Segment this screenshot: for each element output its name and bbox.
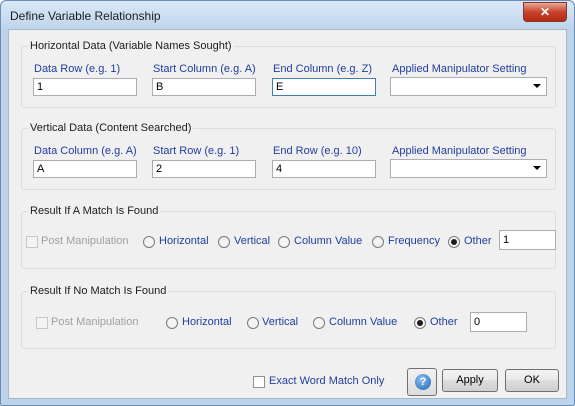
match-radio-other[interactable] — [448, 236, 460, 248]
no-match-other-input[interactable] — [470, 312, 527, 332]
exact-word-match-label: Exact Word Match Only — [269, 375, 385, 387]
apply-button[interactable]: Apply — [442, 369, 498, 392]
no-match-radio-horizontal[interactable] — [166, 317, 178, 329]
no-match-radio-vertical[interactable] — [247, 317, 259, 329]
no-match-option-other-label: Other — [430, 316, 458, 328]
data-row-input[interactable] — [33, 78, 137, 96]
data-column-input[interactable] — [33, 160, 137, 178]
match-post-manipulation-label: Post Manipulation — [41, 235, 129, 247]
match-option-other-label: Other — [464, 235, 492, 247]
chevron-down-icon — [533, 84, 541, 88]
data-column-label: Data Column (e.g. A) — [34, 145, 137, 157]
match-radio-column-value[interactable] — [278, 236, 290, 248]
help-icon: ? — [415, 374, 431, 390]
match-other-input[interactable] — [499, 230, 556, 250]
match-radio-horizontal[interactable] — [143, 236, 155, 248]
start-row-input[interactable] — [152, 160, 256, 178]
no-match-legend: Result If No Match Is Found — [30, 285, 167, 297]
match-option-vertical-label: Vertical — [234, 235, 271, 247]
close-button[interactable]: ✕ — [523, 2, 567, 22]
start-column-input[interactable] — [152, 78, 256, 96]
no-match-post-manipulation-label: Post Manipulation — [51, 316, 139, 328]
no-match-radio-column-value[interactable] — [313, 317, 325, 329]
no-match-option-horizontal-label: Horizontal — [182, 316, 232, 328]
end-column-input[interactable] — [272, 78, 376, 96]
horizontal-manipulator-label: Applied Manipulator Setting — [392, 63, 527, 75]
match-found-legend: Result If A Match Is Found — [30, 205, 159, 217]
no-match-radio-other[interactable] — [414, 317, 426, 329]
start-row-label: Start Row (e.g. 1) — [153, 145, 240, 157]
horizontal-manipulator-select[interactable] — [390, 77, 547, 96]
end-row-input[interactable] — [272, 160, 376, 178]
end-row-label: End Row (e.g. 10) — [273, 145, 362, 157]
match-radio-vertical[interactable] — [218, 236, 230, 248]
vertical-manipulator-label: Applied Manipulator Setting — [392, 145, 527, 157]
no-match-post-manipulation-checkbox[interactable] — [36, 317, 48, 329]
match-radio-frequency[interactable] — [372, 236, 384, 248]
dialog-client-area: Horizontal Data (Variable Names Sought) … — [8, 29, 567, 399]
help-button[interactable]: ? — [407, 368, 437, 396]
exact-word-match-checkbox[interactable] — [253, 376, 265, 388]
match-post-manipulation-checkbox[interactable] — [26, 236, 38, 248]
vertical-data-legend: Vertical Data (Content Searched) — [30, 122, 192, 134]
no-match-option-vertical-label: Vertical — [262, 316, 299, 328]
no-match-option-column-value-label: Column Value — [329, 316, 398, 328]
window-title: Define Variable Relationship — [10, 9, 161, 23]
vertical-manipulator-select[interactable] — [390, 159, 547, 178]
match-option-horizontal-label: Horizontal — [159, 235, 209, 247]
match-option-frequency-label: Frequency — [388, 235, 440, 247]
dialog-window: Define Variable Relationship ✕ Horizonta… — [0, 0, 575, 406]
end-column-label: End Column (e.g. Z) — [273, 63, 373, 75]
match-option-column-value-label: Column Value — [294, 235, 363, 247]
ok-button[interactable]: OK — [505, 369, 559, 392]
start-column-label: Start Column (e.g. A) — [153, 63, 256, 75]
title-bar[interactable]: Define Variable Relationship ✕ — [1, 1, 574, 29]
close-icon: ✕ — [539, 5, 551, 19]
chevron-down-icon — [533, 166, 541, 170]
data-row-label: Data Row (e.g. 1) — [34, 63, 121, 75]
horizontal-data-legend: Horizontal Data (Variable Names Sought) — [30, 40, 232, 52]
